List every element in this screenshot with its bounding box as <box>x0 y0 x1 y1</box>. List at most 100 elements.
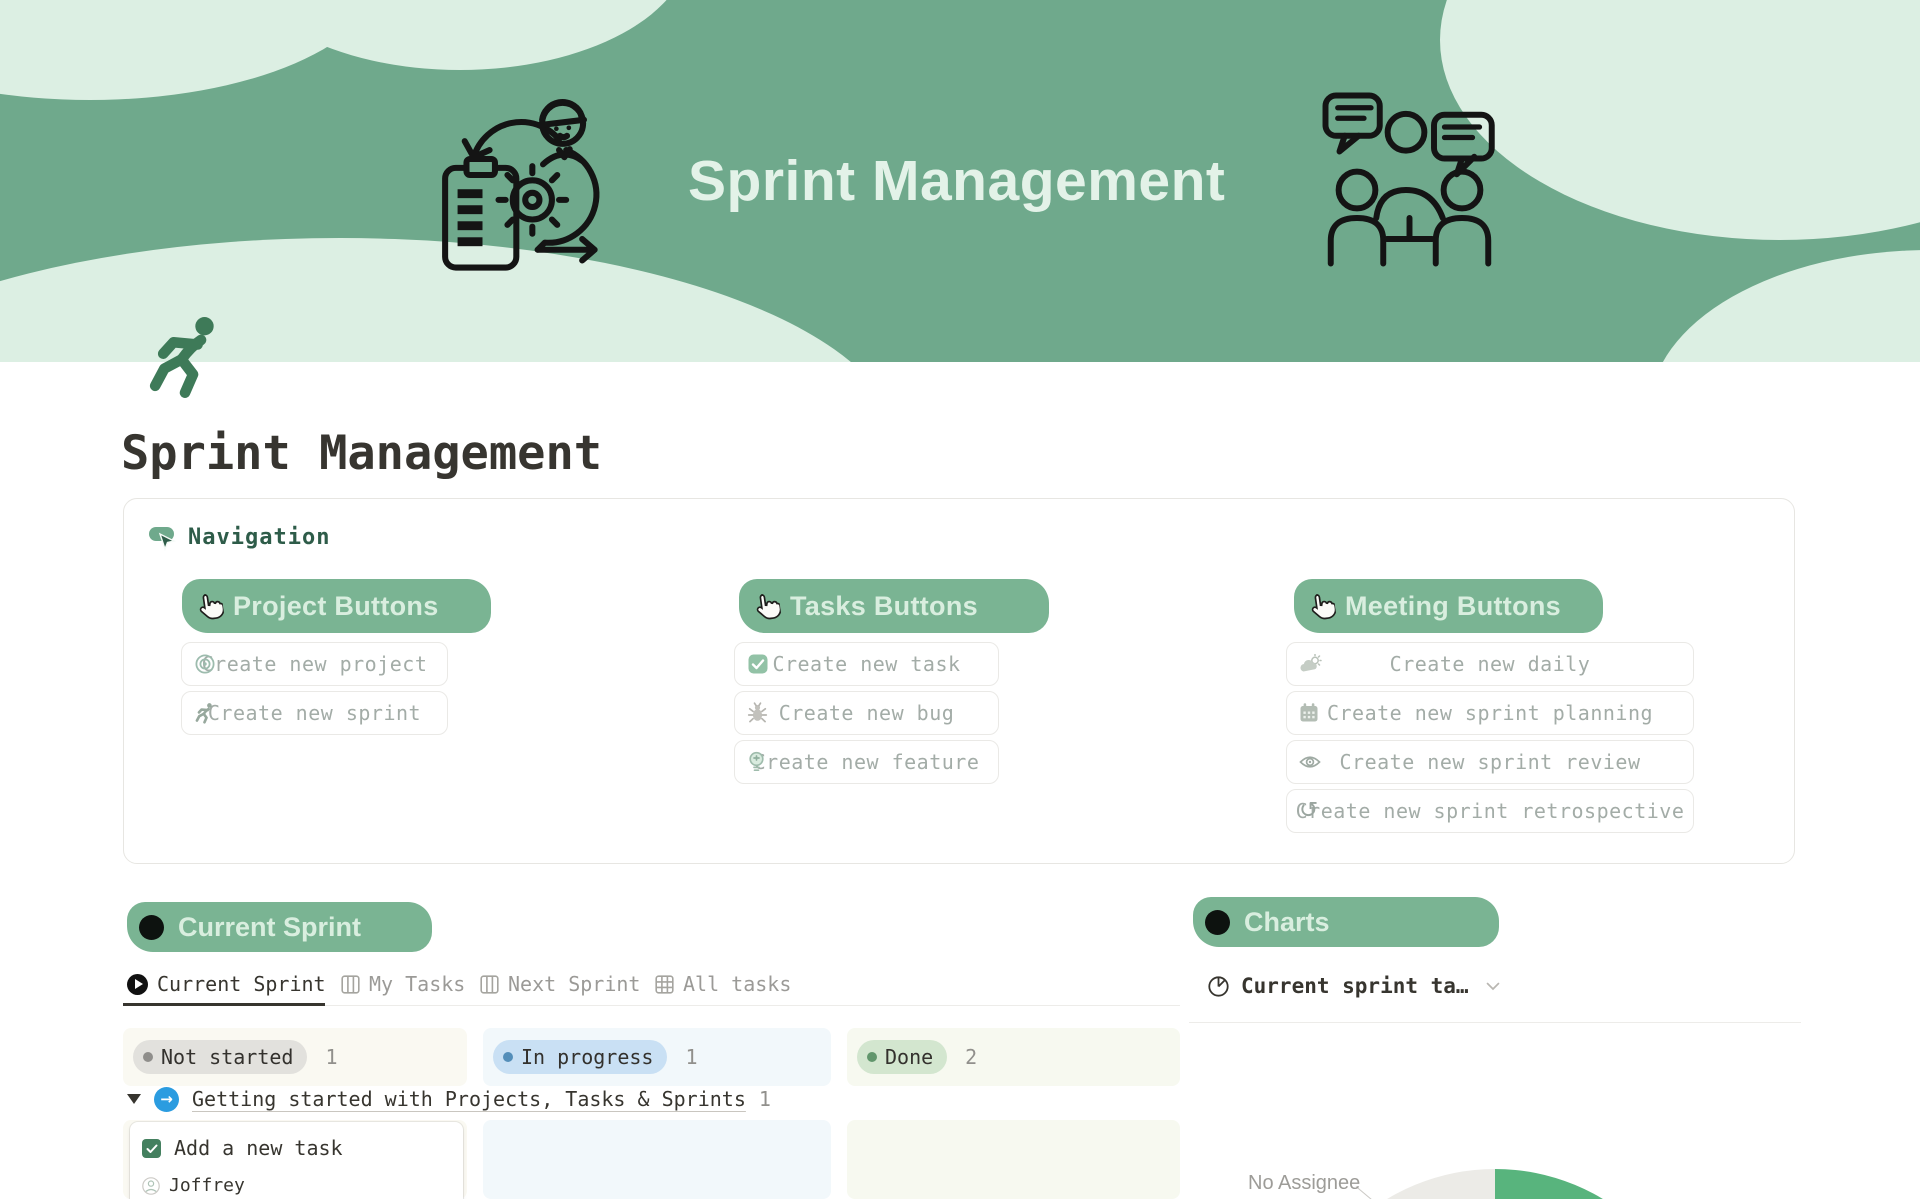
button-label: Create new sprint retrospective <box>1296 799 1685 823</box>
create-new-feature-button[interactable]: Create new feature <box>734 740 999 784</box>
button-label: Create new bug <box>779 701 955 725</box>
page-title: Sprint Management <box>121 426 602 481</box>
button-label: Create new daily <box>1390 652 1591 676</box>
chart-view-tab-label: Current sprint ta… <box>1241 974 1469 998</box>
status-dot <box>503 1052 513 1062</box>
task-checkbox[interactable] <box>142 1139 161 1158</box>
button-label: Create new task <box>772 652 960 676</box>
meeting-buttons-pill[interactable]: Meeting Buttons <box>1294 579 1603 633</box>
project-buttons-pill[interactable]: Project Buttons <box>182 579 491 633</box>
charts-heading: Charts <box>1244 907 1330 938</box>
create-new-sprint-retrospective-button[interactable]: ↺ Create new sprint retrospective <box>1286 789 1694 833</box>
tab-current-sprint[interactable]: Current Sprint <box>127 972 326 996</box>
status-chip-done[interactable]: Done <box>857 1040 947 1074</box>
tasks-buttons-label: Tasks Buttons <box>790 591 978 622</box>
board-column-in-progress: In progress 1 <box>483 1028 831 1086</box>
tab-all-tasks[interactable]: All tasks <box>655 972 791 996</box>
status-label: In progress <box>521 1045 653 1069</box>
banner-title: Sprint Management <box>688 148 1225 214</box>
black-circle-icon <box>1205 910 1230 935</box>
task-title: Add a new task <box>174 1136 343 1160</box>
avatar-icon <box>142 1177 160 1195</box>
column-count: 1 <box>325 1045 337 1069</box>
current-sprint-pill[interactable]: Current Sprint <box>127 902 432 952</box>
tab-my-tasks[interactable]: My Tasks <box>341 972 465 996</box>
bulb-icon <box>747 751 766 773</box>
hand-pointer-icon <box>1306 590 1337 622</box>
button-label: Create new sprint planning <box>1327 701 1653 725</box>
create-new-project-button[interactable]: Create new project <box>181 642 448 686</box>
active-tab-underline <box>123 1003 325 1006</box>
button-label: Create new project <box>202 652 428 676</box>
sprint-group-row[interactable]: → Getting started with Projects, Tasks &… <box>127 1084 771 1114</box>
cursor-click-icon <box>148 523 176 551</box>
button-label: Create new feature <box>754 750 980 774</box>
status-chip-not-started[interactable]: Not started <box>133 1040 307 1074</box>
meeting-illustration <box>1322 92 1497 267</box>
runner-page-icon[interactable] <box>146 312 224 400</box>
button-label: Create new sprint <box>208 701 421 725</box>
card-area-done <box>847 1120 1180 1199</box>
sprint-arrow-icon: → <box>154 1087 179 1112</box>
sprint-cycle-illustration <box>438 88 616 278</box>
charts-divider <box>1189 1022 1801 1023</box>
tab-next-sprint[interactable]: Next Sprint <box>480 972 640 996</box>
navigation-heading-label: Navigation <box>188 525 330 550</box>
status-dot <box>867 1052 877 1062</box>
status-dot <box>143 1052 153 1062</box>
runner-icon <box>194 702 215 724</box>
calendar-icon <box>1299 703 1319 724</box>
board-icon <box>341 975 360 994</box>
button-label: Create new sprint review <box>1340 750 1641 774</box>
current-sprint-heading: Current Sprint <box>178 912 361 943</box>
assignee-name: Joffrey <box>169 1175 245 1196</box>
retro-arrow-icon: ↺ <box>1299 800 1319 823</box>
create-new-task-button[interactable]: Create new task <box>734 642 999 686</box>
chevron-down-icon[interactable] <box>1486 982 1500 991</box>
sprint-group-title[interactable]: Getting started with Projects, Tasks & S… <box>192 1087 746 1111</box>
create-new-daily-button[interactable]: Create new daily <box>1286 642 1694 686</box>
pie-chart-icon <box>1207 975 1230 998</box>
status-chip-in-progress[interactable]: In progress <box>493 1040 667 1074</box>
chart-segment-label: No Assignee <box>1248 1172 1360 1195</box>
tab-label: Current Sprint <box>157 972 326 996</box>
sprint-group-count: 1 <box>759 1087 771 1111</box>
checkbox-icon <box>747 653 769 675</box>
chart-label-leader-line <box>1356 1186 1393 1199</box>
table-icon <box>655 975 674 994</box>
navigation-heading: Navigation <box>148 523 330 551</box>
task-assignee: Joffrey <box>142 1175 245 1196</box>
card-area-in-progress <box>483 1120 831 1199</box>
sun-cloud-icon <box>1299 654 1322 674</box>
create-new-sprint-review-button[interactable]: Create new sprint review <box>1286 740 1694 784</box>
chart-view-tab[interactable]: Current sprint ta… <box>1207 974 1500 998</box>
board-column-done: Done 2 <box>847 1028 1180 1086</box>
tab-label: All tasks <box>683 972 791 996</box>
create-new-bug-button[interactable]: Create new bug <box>734 691 999 735</box>
tab-label: My Tasks <box>369 972 465 996</box>
bug-icon <box>747 702 768 724</box>
banner-blob <box>1440 0 1920 240</box>
create-new-sprint-button[interactable]: Create new sprint <box>181 691 448 735</box>
eye-icon <box>1299 754 1321 770</box>
hand-pointer-icon <box>751 590 782 622</box>
collapse-triangle-icon[interactable] <box>127 1094 141 1104</box>
play-circle-icon <box>127 974 148 995</box>
target-icon <box>194 653 216 675</box>
banner-blob <box>1650 250 1920 362</box>
project-buttons-label: Project Buttons <box>233 591 439 622</box>
sprint-management-page: Sprint Management Sprint Management <box>0 0 1920 1199</box>
navigation-card: Navigation Project Buttons Tasks Buttons… <box>123 498 1795 864</box>
tab-label: Next Sprint <box>508 972 640 996</box>
meeting-buttons-label: Meeting Buttons <box>1345 591 1561 622</box>
column-count: 1 <box>685 1045 697 1069</box>
board-column-not-started: Not started 1 <box>123 1028 467 1086</box>
create-new-sprint-planning-button[interactable]: Create new sprint planning <box>1286 691 1694 735</box>
page-cover-banner[interactable]: Sprint Management <box>0 0 1920 362</box>
board-icon <box>480 975 499 994</box>
task-card[interactable]: Add a new task Joffrey <box>130 1122 463 1199</box>
tasks-buttons-pill[interactable]: Tasks Buttons <box>739 579 1049 633</box>
hand-pointer-icon <box>194 590 225 622</box>
charts-pill[interactable]: Charts <box>1193 897 1499 947</box>
column-count: 2 <box>965 1045 977 1069</box>
